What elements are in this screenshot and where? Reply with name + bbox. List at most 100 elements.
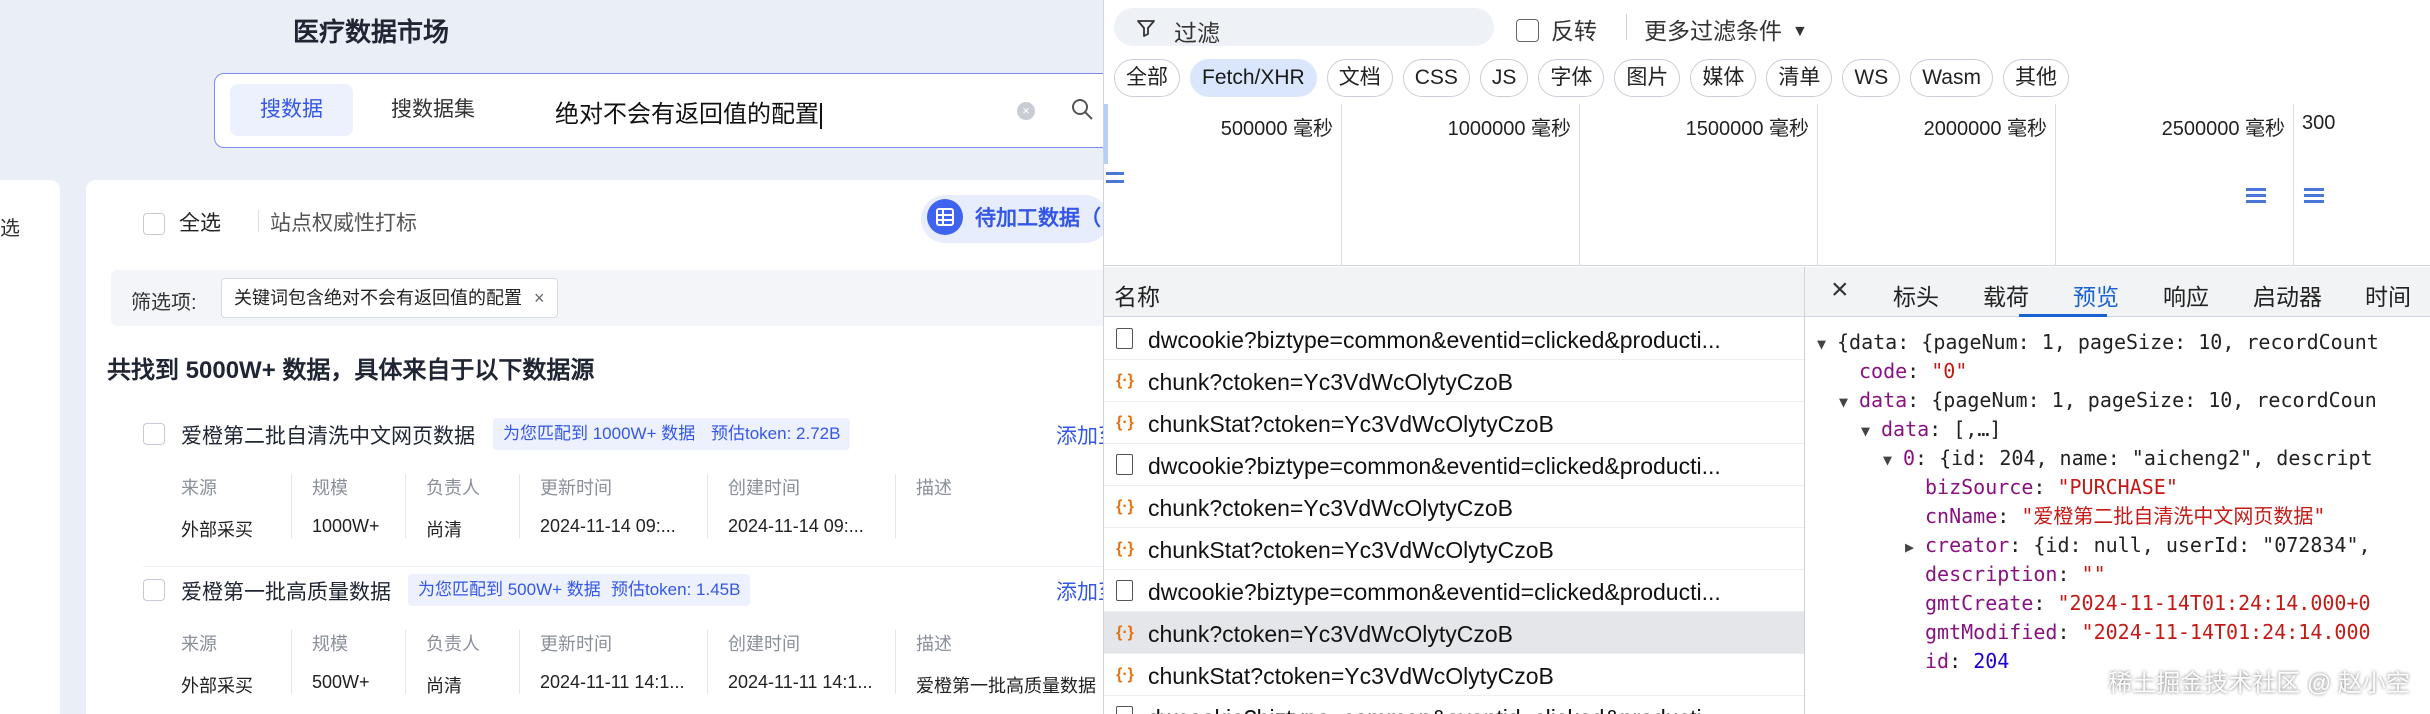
timeline-tick: 2000000 毫秒 xyxy=(1818,104,2056,266)
request-name: dwcookie?biztype=common&eventid=clicked&… xyxy=(1148,327,1721,353)
invert-checkbox[interactable]: 反转 xyxy=(1516,12,1597,46)
json-colon: : xyxy=(2033,591,2058,615)
search-input[interactable]: 绝对不会有返回值的配置 xyxy=(555,94,822,129)
json-value: {pageNum: 1, pageSize: 10, recordCoun xyxy=(1931,388,2377,412)
type-filter-2[interactable]: 文档 xyxy=(1326,59,1393,97)
request-row[interactable]: {·} chunk?ctoken=Yc3VdWcOlytyCzoB xyxy=(1104,360,1804,402)
preview-line[interactable]: ▼ data: [,…] xyxy=(1861,415,2001,443)
watermark: 稀土掘金技术社区 @ 赵小空 xyxy=(2108,670,2410,697)
search-icon[interactable] xyxy=(1070,97,1094,121)
json-key: id xyxy=(1925,649,1950,673)
filter-bar: 过滤 反转 更多过滤条件 ▼ xyxy=(1104,0,2430,55)
expanded-arrow-icon[interactable]: ▼ xyxy=(1883,446,1903,474)
timeline-tick-label: 1500000 毫秒 xyxy=(1685,118,1809,140)
preview-line[interactable]: ▶ creator: {id: null, userId: "072834", xyxy=(1905,531,2371,559)
meta-source: 来源 外部采买 xyxy=(181,634,253,696)
meta-owner: 负责人 尚清 xyxy=(405,630,519,696)
type-filter-9[interactable]: WS xyxy=(1842,59,1901,97)
detail-tab-2[interactable]: 预览 xyxy=(2073,278,2119,312)
expanded-arrow-icon[interactable]: ▼ xyxy=(1839,388,1859,416)
authority-tag-button[interactable]: 站点权威性打标 xyxy=(270,207,417,237)
name-column-header[interactable]: 名称 xyxy=(1114,278,1160,312)
item-checkbox[interactable] xyxy=(143,423,165,445)
request-name: chunkStat?ctoken=Yc3VdWcOlytyCzoB xyxy=(1148,663,1554,689)
timeline-tick: 1000000 毫秒 xyxy=(1342,104,1580,266)
dataset-name[interactable]: 爱橙第二批自清洗中文网页数据 xyxy=(181,420,475,450)
request-row[interactable]: {·} chunk?ctoken=Yc3VdWcOlytyCzoB xyxy=(1104,612,1804,654)
type-filter-10[interactable]: Wasm xyxy=(1910,59,1993,97)
json-key: creator xyxy=(1925,533,2010,557)
request-row[interactable]: {·} chunkStat?ctoken=Yc3VdWcOlytyCzoB xyxy=(1104,402,1804,444)
json-value: "爱橙第二批自清洗中文网页数据" xyxy=(2021,504,2326,528)
dataset-name[interactable]: 爱橙第一批高质量数据 xyxy=(181,576,391,606)
type-filter-5[interactable]: 字体 xyxy=(1538,59,1605,97)
filter-chip: 关键词包含绝对不会有返回值的配置 × xyxy=(221,278,558,318)
checkbox[interactable] xyxy=(1516,19,1539,43)
filter-input[interactable]: 过滤 xyxy=(1114,8,1494,46)
detail-tab-4[interactable]: 启动器 xyxy=(2253,278,2322,312)
request-row[interactable]: dwcookie?biztype=common&eventid=clicked&… xyxy=(1104,696,1804,714)
select-all-checkbox[interactable]: 全选 xyxy=(143,207,221,237)
pending-data-button[interactable]: 待加工数据（ xyxy=(921,195,1103,243)
request-row[interactable]: dwcookie?biztype=common&eventid=clicked&… xyxy=(1104,444,1804,486)
close-icon[interactable]: × xyxy=(1831,273,1849,307)
type-filter-3[interactable]: CSS xyxy=(1402,59,1470,97)
checkbox[interactable] xyxy=(143,213,165,236)
preview-line[interactable]: ▼ 0: {id: 204, name: "aicheng2", descript xyxy=(1883,444,2373,472)
request-row[interactable]: {·} chunk?ctoken=Yc3VdWcOlytyCzoB xyxy=(1104,486,1804,528)
add-to-pending-link[interactable]: 添加至待 xyxy=(1056,420,1103,450)
add-to-pending-link[interactable]: 添加至待 xyxy=(1056,576,1103,606)
timeline-bar xyxy=(2304,194,2324,197)
close-icon[interactable]: × xyxy=(534,288,545,308)
preview-line: gmtModified: "2024-11-14T01:24:14.000 xyxy=(1905,618,2371,646)
result-summary: 共找到 5000W+ 数据，具体来自于以下数据源 xyxy=(107,357,595,384)
more-filters-dropdown[interactable]: 更多过滤条件 ▼ xyxy=(1644,12,1808,46)
list-item: 爱橙第一批高质量数据 为您匹配到 500W+ 数据 预估token: 1.45B… xyxy=(143,568,1103,714)
clear-icon[interactable]: × xyxy=(1017,102,1035,120)
json-colon: : xyxy=(1907,388,1932,412)
tab-search-dataset[interactable]: 搜数据集 xyxy=(361,84,505,136)
type-filter-0[interactable]: 全部 xyxy=(1114,59,1180,97)
invert-label: 反转 xyxy=(1551,18,1597,44)
timeline-tick-label: 2500000 毫秒 xyxy=(2161,118,2285,140)
type-filter-7[interactable]: 媒体 xyxy=(1690,59,1757,97)
json-colon: : xyxy=(2057,562,2082,586)
type-filter-1[interactable]: Fetch/XHR xyxy=(1190,59,1317,97)
type-filter-8[interactable]: 清单 xyxy=(1766,59,1833,97)
request-row[interactable]: dwcookie?biztype=common&eventid=clicked&… xyxy=(1104,570,1804,612)
token-badge: 预估token: 2.72B xyxy=(701,418,851,450)
json-value: {id: null, userId: "072834", xyxy=(2033,533,2371,557)
item-checkbox[interactable] xyxy=(143,579,165,601)
request-row[interactable]: dwcookie?biztype=common&eventid=clicked&… xyxy=(1104,318,1804,360)
preview-line[interactable]: ▼ data: {pageNum: 1, pageSize: 10, record… xyxy=(1839,386,2377,414)
document-icon xyxy=(1116,328,1133,349)
request-row[interactable]: {·} chunkStat?ctoken=Yc3VdWcOlytyCzoB xyxy=(1104,654,1804,696)
request-name: chunkStat?ctoken=Yc3VdWcOlytyCzoB xyxy=(1148,411,1554,437)
match-badge: 为您匹配到 500W+ 数据 xyxy=(408,574,611,606)
type-filter-11[interactable]: 其他 xyxy=(2002,59,2069,97)
type-filter-6[interactable]: 图片 xyxy=(1614,59,1681,97)
timeline-bar xyxy=(2246,200,2266,203)
expanded-arrow-icon[interactable]: ▼ xyxy=(1861,417,1881,445)
detail-tab-0[interactable]: 标头 xyxy=(1893,278,1939,312)
json-value: {id: 204, name: "aicheng2", descript xyxy=(1939,446,2373,470)
detail-tab-5[interactable]: 时间 xyxy=(2365,278,2411,312)
xhr-icon: {·} xyxy=(1116,540,1134,557)
request-row[interactable]: {·} chunkStat?ctoken=Yc3VdWcOlytyCzoB xyxy=(1104,528,1804,570)
preview-line: bizSource: "PURCHASE" xyxy=(1905,473,2178,501)
token-badge: 预估token: 1.45B xyxy=(601,574,751,606)
timeline-tick: 2500000 毫秒 xyxy=(2056,104,2294,266)
json-colon: : xyxy=(1997,504,2022,528)
tab-search-data[interactable]: 搜数据 xyxy=(230,84,353,136)
preview-line[interactable]: ▼ {data: {pageNum: 1, pageSize: 10, recor… xyxy=(1817,328,2379,356)
select-all-label: 全选 xyxy=(179,212,221,235)
type-filter-4[interactable]: JS xyxy=(1479,59,1529,97)
timeline-overview[interactable]: 500000 毫秒 1000000 毫秒 1500000 毫秒 2000000 毫秒 2… xyxy=(1104,104,2430,266)
divider xyxy=(143,566,1103,567)
collapsed-arrow-icon[interactable]: ▶ xyxy=(1905,533,1925,561)
expanded-arrow-icon[interactable]: ▼ xyxy=(1817,330,1837,358)
detail-tab-3[interactable]: 响应 xyxy=(2163,278,2209,312)
json-key: bizSource xyxy=(1925,475,2034,499)
detail-tab-1[interactable]: 载荷 xyxy=(1983,278,2029,312)
detail-tabs: × 标头 载荷 预览 响应 启动器 时间 xyxy=(1805,267,2430,317)
